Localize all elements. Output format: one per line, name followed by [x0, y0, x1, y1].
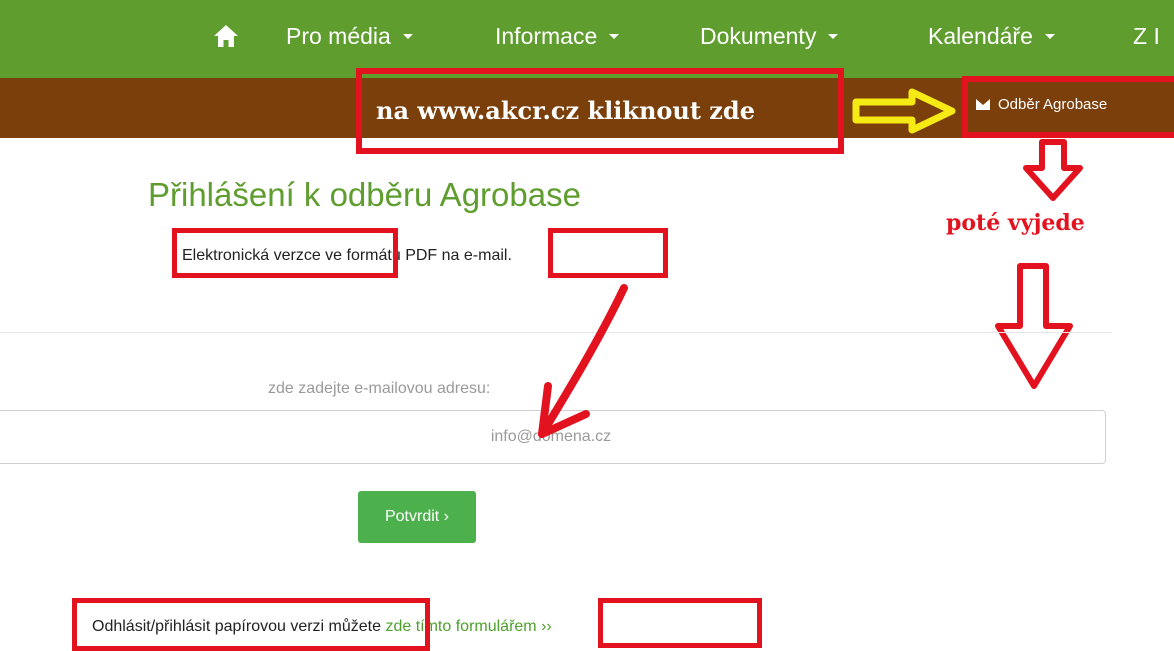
right-arrow-icon [852, 88, 956, 134]
down-arrow-icon [1023, 139, 1083, 201]
handdrawn-arrow-icon [538, 284, 628, 438]
nav-item-kalendare[interactable]: Kalendáře [928, 16, 1055, 56]
top-navigation: Pro média Informace Dokumenty Kalendáře … [0, 0, 1174, 78]
annotation-pote-vyjede: poté vyjede [946, 210, 1085, 236]
annotation-box-paper [72, 598, 430, 651]
nav-item-pro-media[interactable]: Pro média [286, 16, 413, 56]
confirm-button[interactable]: Potvrdit › [358, 491, 476, 543]
annotation-banner-text: na www.akcr.cz kliknout zde [376, 96, 755, 125]
nav-item-label: Informace [495, 23, 598, 49]
chevron-down-icon [828, 33, 839, 39]
annotation-box-form [598, 598, 762, 648]
nav-item-dokumenty[interactable]: Dokumenty [700, 16, 839, 56]
annotation-box-electronic [172, 228, 398, 278]
page-title: Přihlášení k odběru Agrobase [148, 176, 581, 213]
chevron-down-icon [609, 33, 620, 39]
desc-email: na e-mail. [441, 247, 512, 264]
home-icon[interactable] [212, 22, 240, 50]
envelope-icon [976, 98, 990, 110]
form-link[interactable]: formulářem ›› [456, 618, 552, 635]
nav-item-label: Dokumenty [700, 23, 817, 49]
nav-item-label: Kalendáře [928, 23, 1033, 49]
odber-agrobase-label: Odběr Agrobase [998, 96, 1108, 113]
nav-item-z[interactable]: Z I [1133, 16, 1160, 56]
chevron-down-icon [1044, 33, 1055, 39]
annotation-box-email [548, 228, 668, 278]
nav-item-label: Z I [1133, 23, 1160, 49]
odber-agrobase-link[interactable]: Odběr Agrobase [976, 96, 1107, 113]
nav-item-informace[interactable]: Informace [495, 16, 620, 56]
chevron-down-icon [402, 33, 413, 39]
nav-item-label: Pro média [286, 23, 391, 49]
down-arrow-icon [995, 263, 1073, 389]
